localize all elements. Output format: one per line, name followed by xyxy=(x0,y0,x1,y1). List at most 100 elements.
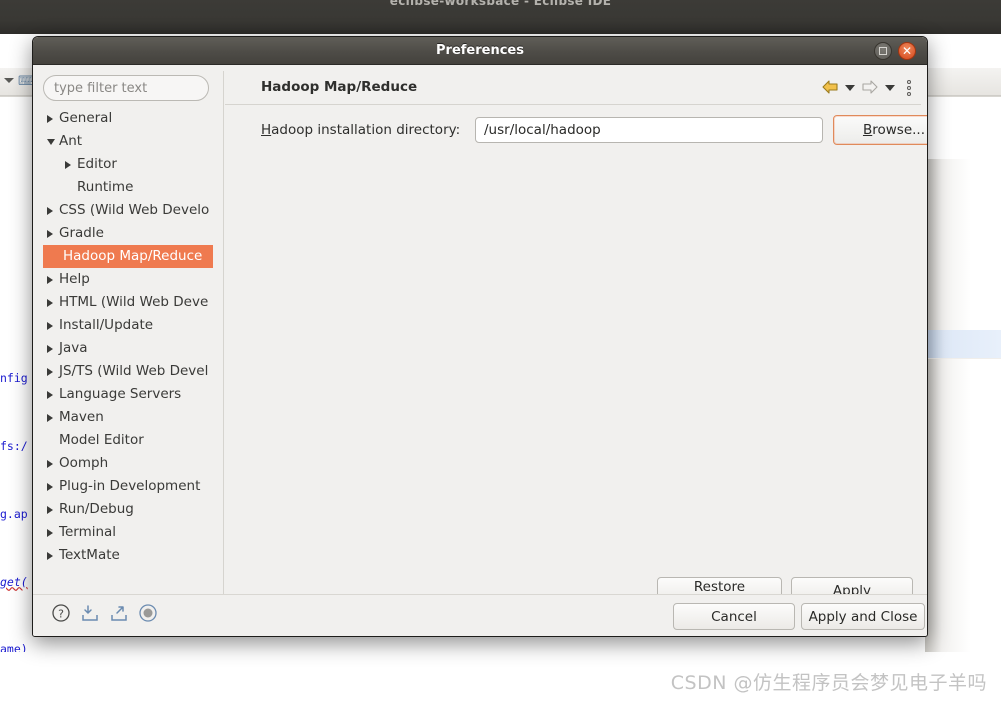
browse-mnemonic: B xyxy=(862,122,873,138)
tree-item-label: HTML (Wild Web Deve xyxy=(59,294,209,310)
tree-item-css-wild-web-develo[interactable]: CSS (Wild Web Develo xyxy=(39,199,221,222)
tree-expand-arrow-right-icon[interactable] xyxy=(65,161,71,169)
preference-page-panel: Hadoop Map/Reduce Hadoop installation di… xyxy=(225,71,927,621)
ide-status-bar: CSDN @仿生程序员会梦见电子羊吗 xyxy=(0,652,1001,701)
dialog-title-bar[interactable]: Preferences ✕ xyxy=(33,37,927,65)
label-mnemonic: H xyxy=(261,122,272,138)
forward-history-chevron-down-icon[interactable] xyxy=(885,85,895,91)
back-arrow-icon[interactable] xyxy=(820,79,840,97)
outline-row[interactable] xyxy=(925,159,1001,330)
tree-item-label: Language Servers xyxy=(59,386,182,402)
tree-item-terminal[interactable]: Terminal xyxy=(39,521,221,544)
tree-item-html-wild-web-deve[interactable]: HTML (Wild Web Deve xyxy=(39,291,221,314)
tree-item-js-ts-wild-web-devel[interactable]: JS/TS (Wild Web Devel xyxy=(39,360,221,383)
page-header: Hadoop Map/Reduce xyxy=(225,71,921,105)
tree-item-label: Help xyxy=(59,271,90,287)
tree-item-ant[interactable]: Ant xyxy=(39,130,221,153)
outline-row-list xyxy=(925,159,1001,659)
maximize-button[interactable] xyxy=(874,42,892,60)
tree-item-oomph[interactable]: Oomph xyxy=(39,452,221,475)
tree-expand-arrow-right-icon[interactable] xyxy=(47,391,53,399)
outline-row[interactable] xyxy=(925,330,1001,359)
tree-item-runtime[interactable]: Runtime xyxy=(39,176,221,199)
tree-item-model-editor[interactable]: Model Editor xyxy=(39,429,221,452)
tree-expand-arrow-down-icon[interactable] xyxy=(47,139,55,145)
maximize-icon xyxy=(879,47,887,55)
tree-expand-arrow-right-icon[interactable] xyxy=(47,230,53,238)
tree-item-label: Run/Debug xyxy=(59,501,134,517)
outline-panel[interactable] xyxy=(925,159,1001,701)
filter-input[interactable] xyxy=(43,75,209,101)
tree-item-run-debug[interactable]: Run/Debug xyxy=(39,498,221,521)
tree-item-plug-in-development[interactable]: Plug-in Development xyxy=(39,475,221,498)
footer-icon-group: ? xyxy=(51,603,158,623)
desktop-top-bar: eclipse-workspace - Eclipse IDE xyxy=(0,0,1001,34)
tree-expand-arrow-right-icon[interactable] xyxy=(47,460,53,468)
tree-item-label: Terminal xyxy=(59,524,117,540)
tree-item-label: Editor xyxy=(77,156,117,172)
tree-item-label: Gradle xyxy=(59,225,104,241)
tree-item-hadoop-map-reduce[interactable]: Hadoop Map/Reduce xyxy=(43,245,213,268)
import-preferences-icon[interactable] xyxy=(80,603,100,623)
hadoop-directory-field-row: Hadoop installation directory: Browse... xyxy=(225,115,927,145)
page-nav-bar xyxy=(820,77,915,99)
back-history-chevron-down-icon[interactable] xyxy=(845,85,855,91)
apply-and-close-button[interactable]: Apply and Close xyxy=(801,603,925,630)
dialog-body: General Ant Editor Runtime CSS (Wild Web Dev… xyxy=(33,65,927,636)
tree-item-language-servers[interactable]: Language Servers xyxy=(39,383,221,406)
tree-item-gradle[interactable]: Gradle xyxy=(39,222,221,245)
chevron-down-icon[interactable] xyxy=(4,78,14,83)
tree-expand-arrow-right-icon[interactable] xyxy=(47,276,53,284)
tree-item-textmate[interactable]: TextMate xyxy=(39,544,221,567)
forward-arrow-icon[interactable] xyxy=(860,79,880,97)
tree-expand-arrow-right-icon[interactable] xyxy=(47,506,53,514)
preferences-tree-panel: General Ant Editor Runtime CSS (Wild Web Dev… xyxy=(39,71,221,595)
tree-item-label: TextMate xyxy=(59,547,120,563)
export-preferences-icon[interactable] xyxy=(109,603,129,623)
tree-expand-arrow-right-icon[interactable] xyxy=(47,115,53,123)
tree-expand-arrow-right-icon[interactable] xyxy=(47,299,53,307)
tree-expand-arrow-right-icon[interactable] xyxy=(47,368,53,376)
cancel-button[interactable]: Cancel xyxy=(673,603,795,630)
close-button[interactable]: ✕ xyxy=(898,42,916,60)
tree-item-label: Hadoop Map/Reduce xyxy=(63,248,203,264)
tree-item-editor[interactable]: Editor xyxy=(39,153,221,176)
oomph-recorder-icon[interactable] xyxy=(138,603,158,623)
tree-expand-arrow-right-icon[interactable] xyxy=(47,414,53,422)
outline-row[interactable] xyxy=(925,359,1001,659)
close-icon: ✕ xyxy=(901,44,913,58)
browse-button[interactable]: Browse... xyxy=(833,115,927,145)
hadoop-directory-label: Hadoop installation directory: xyxy=(261,122,460,138)
tree-expand-arrow-right-icon[interactable] xyxy=(47,345,53,353)
restore-pre: Restore xyxy=(693,579,746,595)
hadoop-directory-input[interactable] xyxy=(475,117,823,143)
help-icon[interactable]: ? xyxy=(51,603,71,623)
browse-label: rowse... xyxy=(872,122,926,138)
tree-expand-arrow-right-icon[interactable] xyxy=(47,483,53,491)
tree-item-label: Plug-in Development xyxy=(59,478,201,494)
svg-text:?: ? xyxy=(58,608,64,621)
tree-item-help[interactable]: Help xyxy=(39,268,221,291)
tree-item-label: Oomph xyxy=(59,455,109,471)
tree-item-label: Runtime xyxy=(77,179,134,195)
view-menu-icon[interactable] xyxy=(905,79,915,97)
preferences-dialog: Preferences ✕ General Ant Editor Runtime CSS… xyxy=(32,36,928,637)
label-text: adoop installation directory: xyxy=(271,122,461,138)
tree-expand-arrow-right-icon[interactable] xyxy=(47,552,53,560)
panel-divider[interactable] xyxy=(223,71,224,621)
tree-expand-arrow-right-icon[interactable] xyxy=(47,529,53,537)
tree-item-maven[interactable]: Maven xyxy=(39,406,221,429)
tree-expand-arrow-right-icon[interactable] xyxy=(47,322,53,330)
tree-item-install-update[interactable]: Install/Update xyxy=(39,314,221,337)
tree-item-general[interactable]: General xyxy=(39,107,221,130)
tree-item-label: Install/Update xyxy=(59,317,154,333)
eclipse-window-title: eclipse-workspace - Eclipse IDE xyxy=(0,0,1001,5)
csdn-watermark: CSDN @仿生程序员会梦见电子羊吗 xyxy=(670,672,987,694)
tree-item-label: CSS (Wild Web Develo xyxy=(59,202,210,218)
tree-item-java[interactable]: Java xyxy=(39,337,221,360)
tree-expand-arrow-right-icon[interactable] xyxy=(47,207,53,215)
preferences-tree[interactable]: General Ant Editor Runtime CSS (Wild Web Dev… xyxy=(39,107,221,595)
dialog-title: Preferences xyxy=(436,43,524,58)
page-title: Hadoop Map/Reduce xyxy=(261,79,418,95)
tree-item-label: Model Editor xyxy=(59,432,144,448)
